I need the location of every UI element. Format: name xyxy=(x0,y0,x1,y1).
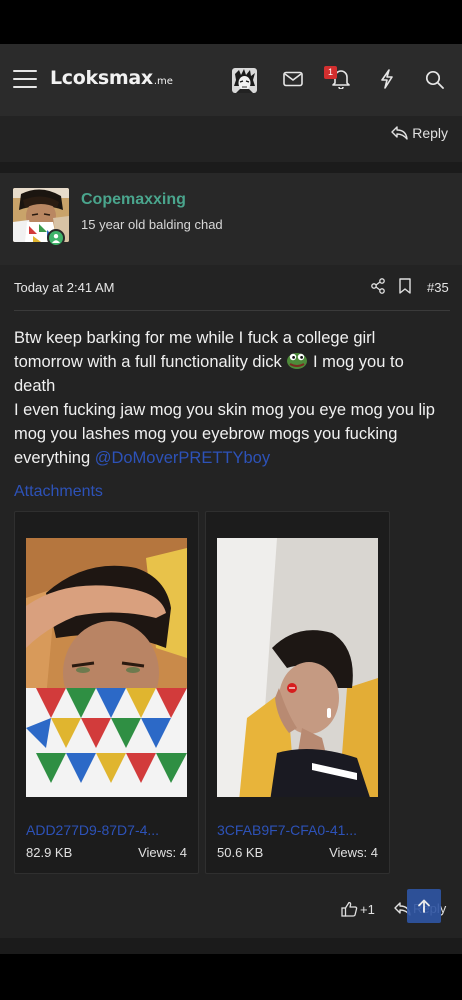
post-meta: Today at 2:41 AM #35 xyxy=(14,278,450,302)
menu-icon[interactable] xyxy=(13,70,37,88)
notification-badge: 1 xyxy=(324,66,337,79)
user-title: 15 year old balding chad xyxy=(81,217,223,232)
attachment-card[interactable]: ADD277D9-87D7-4... 82.9 KB Views: 4 xyxy=(14,511,199,874)
lightning-icon[interactable] xyxy=(374,66,400,92)
post-body: Btw keep barking for me while I fuck a c… xyxy=(14,326,444,470)
attachment-card[interactable]: 3CFAB9F7-CFA0-41... 50.6 KB Views: 4 xyxy=(205,511,390,874)
attachment-size: 50.6 KB xyxy=(217,845,264,860)
post-username[interactable]: Copemaxxing xyxy=(81,191,186,209)
top-navbar: Lcoksmax .me xyxy=(0,44,462,116)
attachment-thumbnail[interactable] xyxy=(217,538,378,797)
system-navigation-bar xyxy=(0,954,462,1000)
user-mention-link[interactable]: @DoMoverPRETTYboy xyxy=(95,449,270,467)
forum-post: Copemaxxing 15 year old balding chad Tod… xyxy=(0,173,462,954)
online-status-icon xyxy=(47,229,65,247)
account-avatar[interactable] xyxy=(232,68,257,93)
bookmark-icon[interactable] xyxy=(398,278,416,296)
reply-label: Reply xyxy=(412,125,448,141)
like-button[interactable]: +1 xyxy=(341,901,375,917)
site-logo[interactable]: Lcoksmax .me xyxy=(50,67,173,93)
attachment-views: Views: 4 xyxy=(329,845,378,860)
post-separator xyxy=(0,162,462,173)
post-user-header: Copemaxxing 15 year old balding chad xyxy=(0,173,462,265)
mail-icon[interactable] xyxy=(280,66,306,92)
share-icon[interactable] xyxy=(370,278,388,296)
attachment-size: 82.9 KB xyxy=(26,845,73,860)
attachments-heading: Attachments xyxy=(14,483,103,500)
status-bar xyxy=(0,0,462,44)
pepe-emoji-icon xyxy=(286,350,308,370)
search-icon[interactable] xyxy=(421,66,447,92)
post-separator xyxy=(0,938,462,954)
scroll-to-top-button[interactable] xyxy=(407,889,441,923)
reply-icon xyxy=(391,126,408,140)
logo-suffix: .me xyxy=(153,76,173,87)
reply-button[interactable]: Reply xyxy=(391,125,448,141)
arrow-up-icon xyxy=(418,899,430,913)
meta-divider xyxy=(14,310,450,311)
attachment-filename[interactable]: ADD277D9-87D7-4... xyxy=(26,822,189,838)
post-date[interactable]: Today at 2:41 AM xyxy=(14,280,114,295)
logo-text: Lcoksmax xyxy=(50,67,153,89)
previous-post-footer: Reply xyxy=(0,116,462,162)
attachment-filename[interactable]: 3CFAB9F7-CFA0-41... xyxy=(217,822,380,838)
thumbs-up-icon xyxy=(341,901,358,917)
reaction-count: +1 xyxy=(360,901,375,917)
post-actions: +1 Reply xyxy=(0,891,462,931)
attachment-views: Views: 4 xyxy=(138,845,187,860)
attachment-thumbnail[interactable] xyxy=(26,538,187,797)
post-number-link[interactable]: #35 xyxy=(427,280,449,295)
